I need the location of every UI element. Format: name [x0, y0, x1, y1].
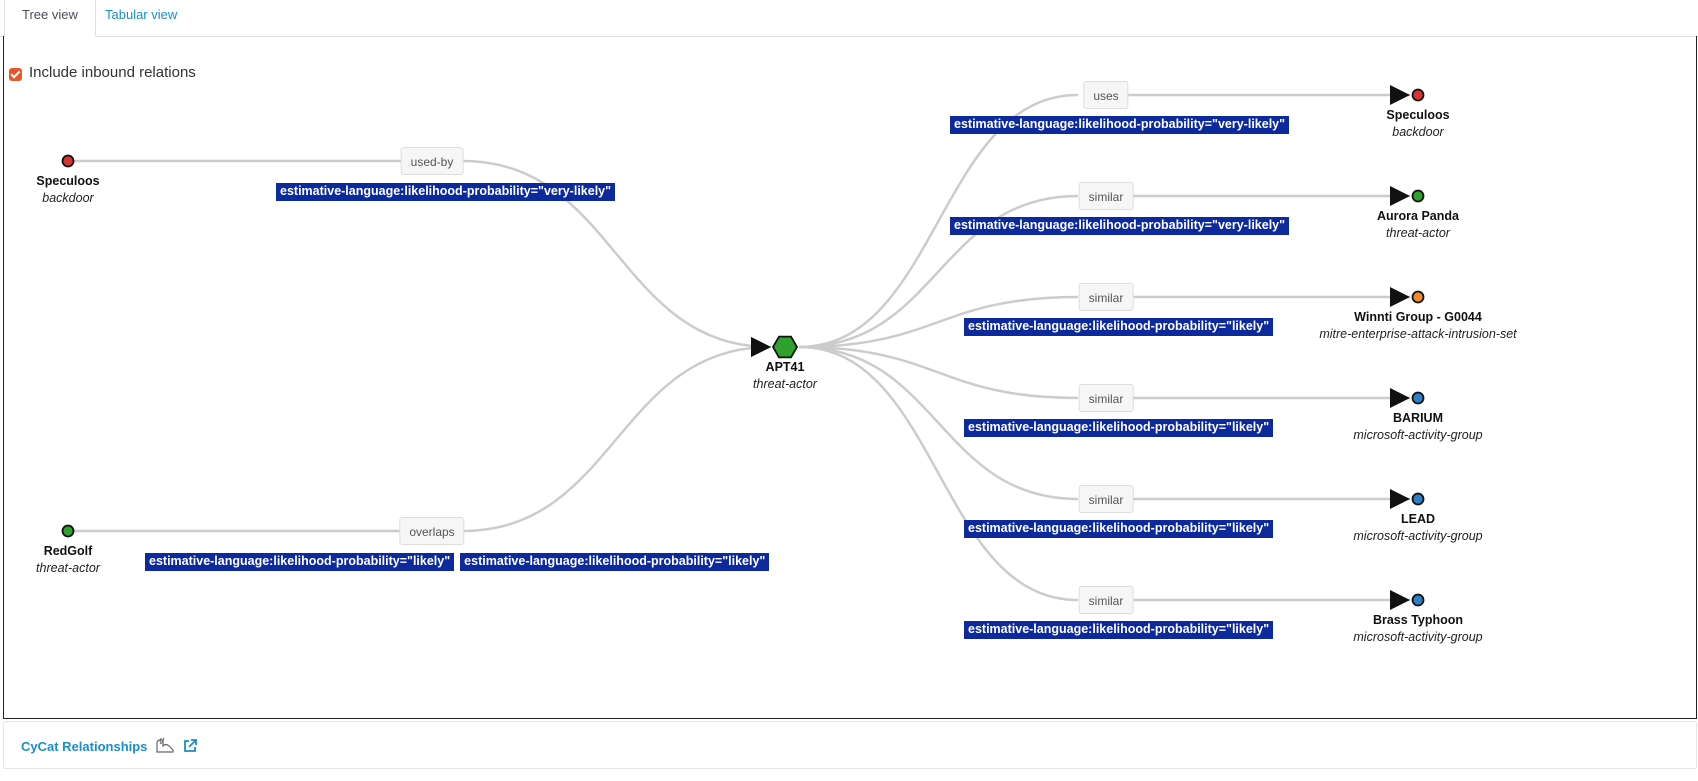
- right-4-node-name: LEAD: [1400, 512, 1436, 526]
- center-node-type: threat-actor: [753, 377, 817, 391]
- right-0-node-dot-icon: [1411, 88, 1425, 102]
- right-5-node-name: Brass Typhoon: [1372, 613, 1464, 627]
- right-1-relation-label: similar: [1078, 182, 1134, 210]
- right-4-node-dot-icon: [1411, 492, 1425, 506]
- right-1-tag-row: estimative-language:likelihood-probabili…: [950, 217, 1290, 235]
- right-2-node-name: Winnti Group - G0044: [1354, 310, 1482, 324]
- left-0-node-name: Speculoos: [36, 174, 100, 188]
- right-1-node-dot-icon: [1411, 189, 1425, 203]
- cycat-header: CyCat Relationships: [21, 737, 198, 755]
- right-3-node-name: BARIUM: [1393, 411, 1443, 425]
- right-2-tag-row: estimative-language:likelihood-probabili…: [964, 318, 1274, 336]
- right-5-node-type: microsoft-activity-group: [1353, 630, 1483, 644]
- left-1-node-name: RedGolf: [43, 544, 93, 558]
- right-4-tag-row: estimative-language:likelihood-probabili…: [964, 520, 1274, 538]
- right-1-tag[interactable]: estimative-language:likelihood-probabili…: [950, 217, 1290, 235]
- right-3-tag[interactable]: estimative-language:likelihood-probabili…: [964, 419, 1274, 437]
- left-edge-curve: [461, 337, 772, 533]
- left-1-relation-label: overlaps: [399, 517, 465, 545]
- right-3-node-dot-icon: [1411, 391, 1425, 405]
- left-0-node-type: backdoor: [42, 191, 94, 205]
- right-0-tag[interactable]: estimative-language:likelihood-probabili…: [950, 116, 1290, 134]
- left-0-tag[interactable]: estimative-language:likelihood-probabili…: [276, 183, 616, 201]
- left-1-tag[interactable]: estimative-language:likelihood-probabili…: [460, 553, 770, 571]
- left-1-node-type: threat-actor: [36, 561, 100, 575]
- center-node-name: APT41: [765, 360, 805, 374]
- cycat-logo-icon: [154, 737, 176, 755]
- center-node-hexagon-icon: [771, 335, 799, 359]
- right-edge-curve: [798, 345, 1079, 602]
- left-1-tag-row: estimative-language:likelihood-probabili…: [145, 553, 770, 571]
- left-1-node-dot-icon: [61, 524, 75, 538]
- right-3-tag-row: estimative-language:likelihood-probabili…: [964, 419, 1274, 437]
- cycat-relationships-title[interactable]: CyCat Relationships: [21, 739, 147, 754]
- right-2-node-type: mitre-enterprise-attack-intrusion-set: [1319, 327, 1517, 341]
- left-0-relation-label: used-by: [400, 147, 464, 175]
- left-0-tag-row: estimative-language:likelihood-probabili…: [276, 183, 616, 201]
- cycat-panel: CyCat Relationships: [3, 721, 1697, 769]
- right-0-node-type: backdoor: [1392, 125, 1444, 139]
- right-5-node-dot-icon: [1411, 593, 1425, 607]
- right-3-relation-label: similar: [1078, 384, 1134, 412]
- right-4-node-type: microsoft-activity-group: [1353, 529, 1483, 543]
- right-2-relation-label: similar: [1078, 283, 1134, 311]
- right-1-node-name: Aurora Panda: [1377, 209, 1459, 223]
- right-4-tag[interactable]: estimative-language:likelihood-probabili…: [964, 520, 1274, 538]
- right-2-node-dot-icon: [1411, 290, 1425, 304]
- left-1-tag[interactable]: estimative-language:likelihood-probabili…: [145, 553, 455, 571]
- right-3-node-type: microsoft-activity-group: [1353, 428, 1483, 442]
- external-link-icon[interactable]: [183, 739, 198, 753]
- right-5-tag-row: estimative-language:likelihood-probabili…: [964, 621, 1274, 639]
- right-5-tag[interactable]: estimative-language:likelihood-probabili…: [964, 621, 1274, 639]
- right-2-tag[interactable]: estimative-language:likelihood-probabili…: [964, 318, 1274, 336]
- right-5-relation-label: similar: [1078, 586, 1134, 614]
- right-0-relation-label: uses: [1083, 81, 1129, 109]
- right-1-node-type: threat-actor: [1386, 226, 1450, 240]
- left-0-node-dot-icon: [61, 154, 75, 168]
- right-0-tag-row: estimative-language:likelihood-probabili…: [950, 116, 1290, 134]
- right-0-node-name: Speculoos: [1386, 108, 1450, 122]
- right-4-relation-label: similar: [1078, 485, 1134, 513]
